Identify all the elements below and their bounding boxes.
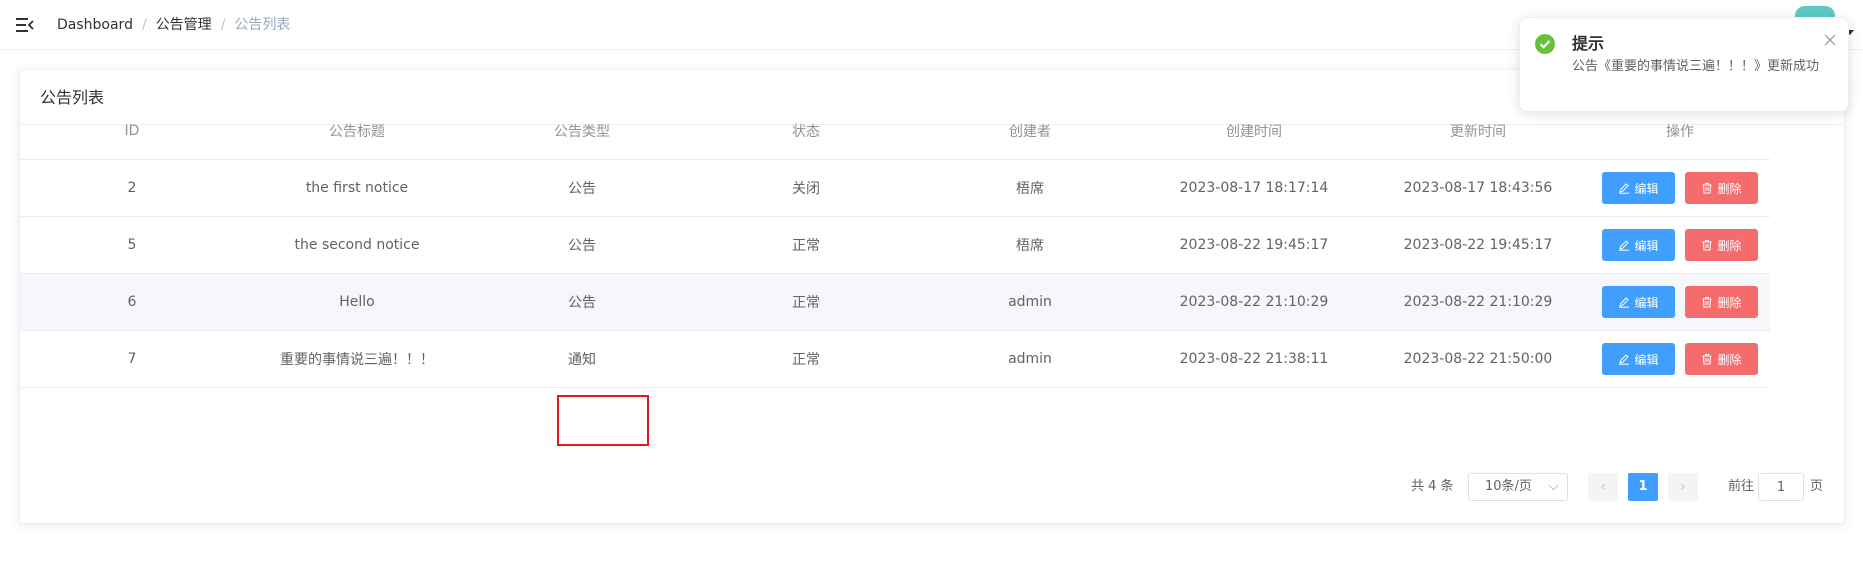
close-icon[interactable] [1824, 34, 1836, 46]
hamburger-icon[interactable] [16, 16, 34, 34]
column-header-type: 公告类型 [554, 124, 610, 140]
cell-created: 2023-08-22 21:38:11 [1179, 351, 1329, 367]
edit-icon [1619, 240, 1630, 251]
edit-button[interactable]: 编辑 [1602, 286, 1675, 318]
table-row: 5 the second notice 公告 正常 梧席 2023-08-22 … [20, 217, 1770, 274]
edit-button-label: 编辑 [1634, 352, 1659, 367]
column-header-id: ID [124, 123, 140, 139]
table-row: 2 the first notice 公告 关闭 梧席 2023-08-17 1… [20, 160, 1770, 217]
cell-updated: 2023-08-22 21:50:00 [1403, 351, 1553, 367]
delete-button[interactable]: 删除 [1685, 343, 1758, 375]
breadcrumb: Dashboard / 公告管理 / 公告列表 [57, 16, 290, 34]
chevron-down-icon [1548, 480, 1559, 491]
delete-button-label: 删除 [1717, 352, 1742, 367]
goto-label: 前往 [1728, 479, 1755, 494]
delete-button[interactable]: 删除 [1685, 286, 1758, 318]
trash-icon [1702, 297, 1712, 308]
cell-created: 2023-08-22 19:45:17 [1179, 237, 1329, 253]
prev-page-button[interactable]: ‹ [1588, 473, 1618, 501]
cell-title: the first notice [305, 180, 409, 196]
cell-created: 2023-08-17 18:17:14 [1179, 180, 1329, 196]
cell-type: 公告 [568, 181, 596, 197]
goto-page-input[interactable] [1758, 473, 1804, 501]
column-header-created: 创建时间 [1226, 124, 1282, 140]
edit-button-label: 编辑 [1634, 295, 1659, 310]
delete-button-label: 删除 [1717, 238, 1742, 253]
goto-suffix: 页 [1810, 479, 1824, 494]
edit-button[interactable]: 编辑 [1602, 343, 1675, 375]
cell-status: 正常 [792, 352, 820, 368]
success-check-icon [1535, 34, 1555, 54]
edit-icon [1619, 297, 1630, 308]
trash-icon [1702, 354, 1712, 365]
cell-title: Hello [339, 294, 375, 310]
cell-title: the second notice [294, 237, 420, 253]
cell-status: 正常 [792, 295, 820, 311]
cell-type: 公告 [568, 238, 596, 254]
cell-type: 通知 [568, 352, 596, 368]
delete-button-label: 删除 [1717, 181, 1742, 196]
breadcrumb-separator: / [220, 17, 226, 33]
page-size-value: 10条/页 [1485, 479, 1532, 494]
pagination-total: 共 4 条 [1411, 479, 1454, 494]
edit-button-label: 编辑 [1634, 238, 1659, 253]
cell-created: 2023-08-22 21:10:29 [1179, 294, 1329, 310]
breadcrumb-notice-management[interactable]: 公告管理 [156, 17, 212, 33]
column-header-updated: 更新时间 [1450, 124, 1506, 140]
column-header-creator: 创建者 [1009, 124, 1051, 140]
page-size-select[interactable]: 10条/页 [1468, 473, 1568, 501]
cell-status: 关闭 [792, 181, 820, 197]
cell-creator: admin [1008, 294, 1052, 310]
toast-title: 提示 [1572, 34, 1605, 53]
column-header-actions: 操作 [1666, 124, 1694, 140]
trash-icon [1702, 183, 1712, 194]
cell-actions: 编辑 删除 [1590, 286, 1770, 318]
trash-icon [1702, 240, 1712, 251]
table-row: 7 重要的事情说三遍！！！ 通知 正常 admin 2023-08-22 21:… [20, 331, 1770, 388]
cell-actions: 编辑 删除 [1590, 172, 1770, 204]
cell-updated: 2023-08-22 19:45:17 [1403, 237, 1553, 253]
edit-button[interactable]: 编辑 [1602, 172, 1675, 204]
column-header-title: 公告标题 [329, 124, 385, 140]
breadcrumb-dashboard[interactable]: Dashboard [57, 17, 133, 33]
edit-icon [1619, 183, 1630, 194]
cell-id: 7 [127, 351, 137, 367]
edit-button-label: 编辑 [1634, 181, 1659, 196]
cell-status: 正常 [792, 238, 820, 254]
cell-id: 2 [127, 180, 137, 196]
breadcrumb-notice-list: 公告列表 [234, 17, 291, 33]
cell-creator: 梧席 [1016, 181, 1044, 197]
delete-button[interactable]: 删除 [1685, 172, 1758, 204]
cell-title: 重要的事情说三遍！！！ [280, 352, 434, 368]
cell-actions: 编辑 删除 [1590, 229, 1770, 261]
notice-table: ID 公告标题 公告类型 状态 创建者 创建时间 更新时间 操作 2 the f… [20, 103, 1770, 388]
success-toast: 提示 公告《重要的事情说三遍！！！》更新成功 [1519, 17, 1849, 112]
table-row: 6 Hello 公告 正常 admin 2023-08-22 21:10:29 … [20, 274, 1770, 331]
cell-id: 5 [127, 237, 137, 253]
edit-icon [1619, 354, 1630, 365]
cell-updated: 2023-08-22 21:10:29 [1403, 294, 1553, 310]
cell-type: 公告 [568, 295, 596, 311]
cell-actions: 编辑 删除 [1590, 343, 1770, 375]
next-page-button[interactable]: › [1668, 473, 1698, 501]
cell-id: 6 [127, 294, 137, 310]
breadcrumb-separator: / [141, 17, 147, 33]
page-button-1[interactable]: 1 [1628, 473, 1658, 501]
cell-updated: 2023-08-17 18:43:56 [1403, 180, 1553, 196]
column-header-status: 状态 [792, 124, 820, 140]
edit-button[interactable]: 编辑 [1602, 229, 1675, 261]
cell-creator: 梧席 [1016, 238, 1044, 254]
delete-button[interactable]: 删除 [1685, 229, 1758, 261]
table-header-row: ID 公告标题 公告类型 状态 创建者 创建时间 更新时间 操作 [20, 103, 1770, 160]
toast-message: 公告《重要的事情说三遍！！！》更新成功 [1572, 59, 1820, 74]
delete-button-label: 删除 [1717, 295, 1742, 310]
cell-creator: admin [1008, 351, 1052, 367]
